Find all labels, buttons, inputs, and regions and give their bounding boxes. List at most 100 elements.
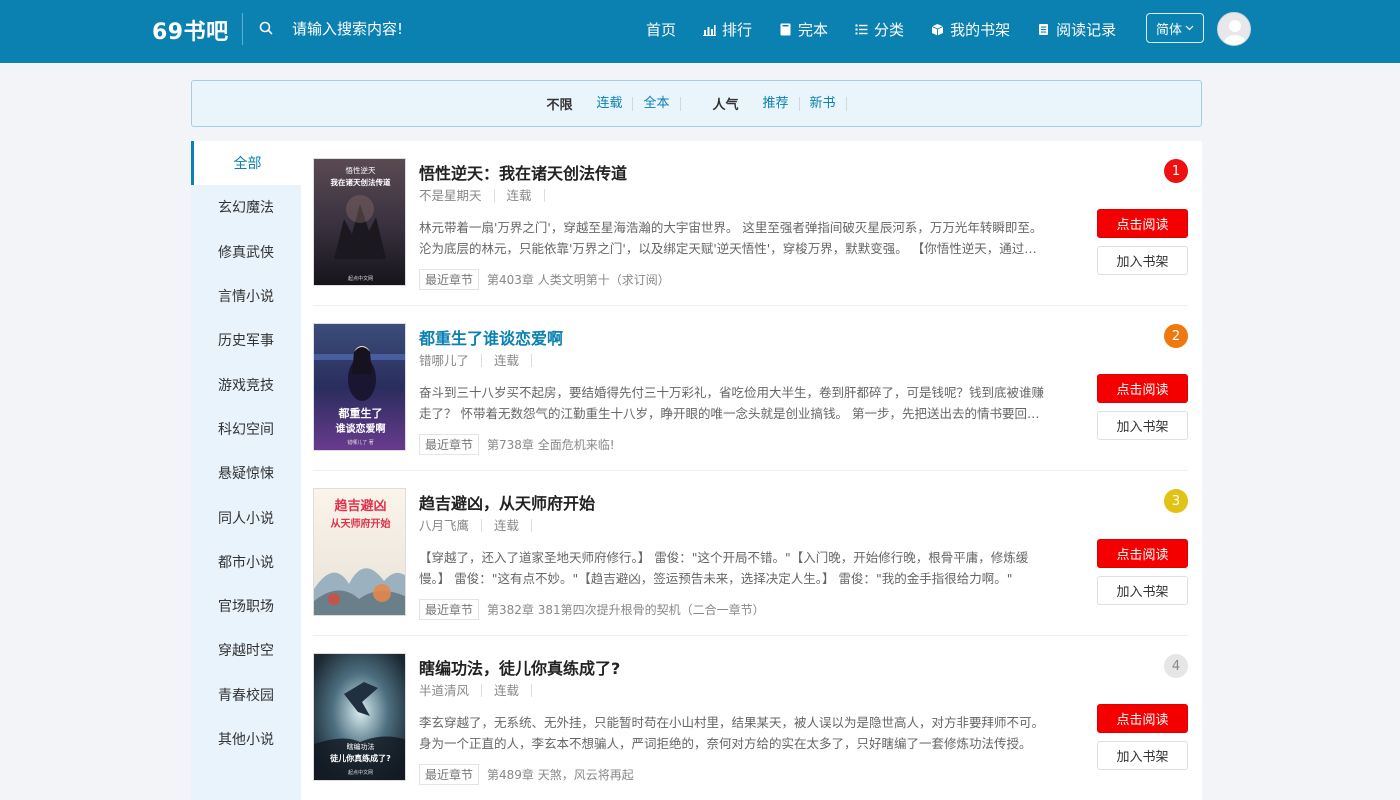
sidebar-item-campus[interactable]: 青春校园 <box>191 673 301 717</box>
book-meta: 八月飞鹰 连载 <box>419 519 544 532</box>
site-logo[interactable]: 69书吧 <box>152 14 229 46</box>
book-cover[interactable]: 都重生了 谁谈恋爱啊 错哪儿了 著 <box>313 323 406 451</box>
book-icon <box>780 23 791 35</box>
latest-chapter-link[interactable]: 第738章 全面危机来临! <box>487 436 615 453</box>
latest-chapter: 最近章节 第489章 天煞，风云将再起 <box>419 764 634 785</box>
sidebar-item-game[interactable]: 游戏竞技 <box>191 362 301 406</box>
book-meta: 不是星期天 连载 <box>419 189 557 202</box>
book-title[interactable]: 趋吉避凶，从天师府开始 <box>419 490 595 514</box>
latest-chapter: 最近章节 第382章 381第四次提升根骨的契机（二合一章节） <box>419 599 765 620</box>
filter-serializing[interactable]: 连载 <box>586 96 634 111</box>
book-status: 连载 <box>494 354 533 367</box>
language-select[interactable]: 简体 <box>1146 13 1204 43</box>
sidebar-item-fantasy[interactable]: 玄幻魔法 <box>191 185 301 229</box>
filter-status-all[interactable]: 不限 <box>546 94 572 113</box>
nav-bookshelf[interactable]: 我的书架 <box>931 19 1010 40</box>
book-meta: 错哪儿了 连载 <box>419 354 544 367</box>
book-status: 连载 <box>507 189 545 202</box>
book-meta: 半道清风 连载 <box>419 684 544 697</box>
book-item: 瞎编功法 徒儿你真练成了? 起点中文网 瞎编功法，徒儿你真练成了? 半道清风 连… <box>313 636 1188 800</box>
status-filter-group: 不限 连载 全本 <box>546 94 681 113</box>
cover-title-line1: 悟性逆天 <box>346 165 376 175</box>
category-sidebar: 全部 玄幻魔法 修真武侠 言情小说 历史军事 游戏竞技 科幻空间 悬疑惊悚 同人… <box>191 141 301 800</box>
book-author[interactable]: 错哪儿了 <box>419 354 483 367</box>
sidebar-item-xianxia[interactable]: 修真武侠 <box>191 230 301 274</box>
book-list: 悟性逆天 我在诸天创法传道 起点中文网 悟性逆天：我在诸天创法传道 不是星期天 … <box>313 141 1188 800</box>
book-status: 连载 <box>494 519 533 532</box>
latest-chapter: 最近章节 第403章 人类文明第十（求订阅） <box>419 269 670 290</box>
book-status: 连载 <box>494 684 533 697</box>
language-label: 简体 <box>1155 22 1182 38</box>
header-divider <box>242 13 243 45</box>
book-description: 【穿越了，还入了道家圣地天师府修行。】 雷俊："这个开局不错。"【入门晚，开始修… <box>419 550 1029 586</box>
user-icon <box>1224 20 1246 45</box>
sidebar-item-workplace[interactable]: 官场职场 <box>191 584 301 628</box>
sidebar-item-scifi[interactable]: 科幻空间 <box>191 407 301 451</box>
book-author[interactable]: 半道清风 <box>419 684 483 697</box>
cover-publisher: 起点中文网 <box>348 769 373 776</box>
nav-bookshelf-label: 我的书架 <box>950 20 1011 39</box>
sidebar-item-time-travel[interactable]: 穿越时空 <box>191 628 301 672</box>
sidebar-item-urban[interactable]: 都市小说 <box>191 540 301 584</box>
rank-badge: 1 <box>1164 159 1188 183</box>
cover-title-line2: 徒儿你真练成了? <box>329 753 391 763</box>
read-button[interactable]: 点击阅读 <box>1097 704 1188 733</box>
sort-filter-group: 人气 推荐 新书 <box>713 94 847 113</box>
book-cover[interactable]: 趋吉避凶 从天师府开始 <box>313 488 406 616</box>
nav-completed-label: 完本 <box>798 20 829 39</box>
book-author[interactable]: 不是星期天 <box>419 189 495 202</box>
sidebar-item-history[interactable]: 历史军事 <box>191 318 301 362</box>
book-description: 李玄穿越了，无系统、无外挂，只能暂时苟在小山村里，结果某天，被人误以为是隐世高人… <box>419 715 1045 751</box>
cover-title-line2: 我在诸天创法传道 <box>331 177 391 187</box>
sidebar-item-all[interactable]: 全部 <box>191 141 301 186</box>
book-cover[interactable]: 悟性逆天 我在诸天创法传道 起点中文网 <box>313 158 406 286</box>
search-icon[interactable] <box>258 20 274 36</box>
rank-badge: 2 <box>1164 324 1188 348</box>
sidebar-item-other[interactable]: 其他小说 <box>191 717 301 761</box>
sort-popularity[interactable]: 人气 <box>713 94 739 113</box>
latest-chapter-link[interactable]: 第403章 人类文明第十（求订阅） <box>487 271 670 288</box>
read-button[interactable]: 点击阅读 <box>1097 209 1188 238</box>
latest-chapter-link[interactable]: 第489章 天煞，风云将再起 <box>487 766 634 783</box>
sidebar-item-suspense[interactable]: 悬疑惊悚 <box>191 451 301 495</box>
nav-home-label: 首页 <box>646 20 677 39</box>
nav-ranking[interactable]: 排行 <box>703 19 752 40</box>
nav-category-label: 分类 <box>874 20 905 39</box>
avatar[interactable] <box>1217 12 1251 46</box>
cover-title-line1: 趋吉避凶 <box>334 498 386 514</box>
sort-recommend[interactable]: 推荐 <box>753 96 800 111</box>
book-title[interactable]: 都重生了谁谈恋爱啊 <box>419 325 563 349</box>
latest-chapter-tag: 最近章节 <box>419 269 480 290</box>
read-button[interactable]: 点击阅读 <box>1097 539 1188 568</box>
book-title[interactable]: 瞎编功法，徒儿你真练成了? <box>419 655 620 679</box>
read-button[interactable]: 点击阅读 <box>1097 374 1188 403</box>
sort-new[interactable]: 新书 <box>800 96 847 111</box>
filter-completed[interactable]: 全本 <box>633 96 681 111</box>
document-icon <box>1039 23 1049 35</box>
nav-home[interactable]: 首页 <box>646 19 676 40</box>
main-nav: 首页 排行 完本 分类 我的书架 阅读记录 <box>646 0 1143 58</box>
add-to-shelf-button[interactable]: 加入书架 <box>1097 741 1188 770</box>
nav-history[interactable]: 阅读记录 <box>1037 19 1116 40</box>
nav-completed[interactable]: 完本 <box>779 19 828 40</box>
nav-ranking-label: 排行 <box>722 20 753 39</box>
add-to-shelf-button[interactable]: 加入书架 <box>1097 246 1188 275</box>
book-author[interactable]: 八月飞鹰 <box>419 519 483 532</box>
book-cover[interactable]: 瞎编功法 徒儿你真练成了? 起点中文网 <box>313 653 406 781</box>
latest-chapter-tag: 最近章节 <box>419 764 480 785</box>
box-icon <box>931 23 944 35</box>
add-to-shelf-button[interactable]: 加入书架 <box>1097 576 1188 605</box>
cover-title-line1: 瞎编功法 <box>347 742 375 751</box>
cover-publisher: 起点中文网 <box>348 275 373 282</box>
book-description: 林元带着一扇'万界之门'，穿越至星海浩瀚的大宇宙世界。 这里至强者弹指间破灭星辰… <box>419 220 1043 256</box>
cover-title-line2: 从天师府开始 <box>331 517 391 530</box>
cover-title-line1: 都重生了 <box>338 406 383 420</box>
book-title[interactable]: 悟性逆天：我在诸天创法传道 <box>419 160 627 184</box>
nav-category[interactable]: 分类 <box>855 19 904 40</box>
search-input[interactable] <box>292 14 592 44</box>
latest-chapter-link[interactable]: 第382章 381第四次提升根骨的契机（二合一章节） <box>487 601 765 618</box>
add-to-shelf-button[interactable]: 加入书架 <box>1097 411 1188 440</box>
sidebar-item-fanfic[interactable]: 同人小说 <box>191 495 301 539</box>
sidebar-item-romance[interactable]: 言情小说 <box>191 274 301 318</box>
book-item: 悟性逆天 我在诸天创法传道 起点中文网 悟性逆天：我在诸天创法传道 不是星期天 … <box>313 141 1188 306</box>
